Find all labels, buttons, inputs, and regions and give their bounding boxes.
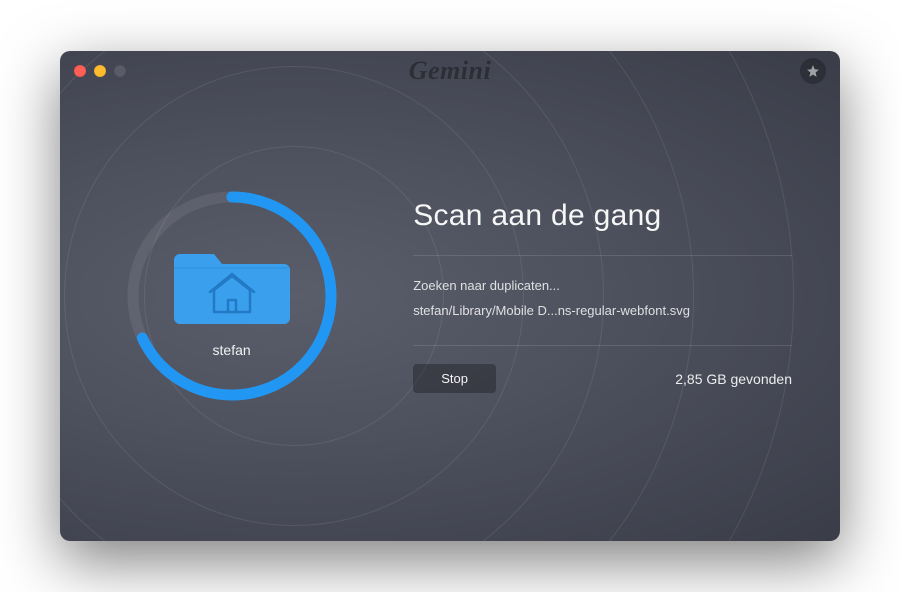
app-window: Gemini [60, 51, 840, 541]
title-bar: Gemini [60, 51, 840, 91]
close-button[interactable] [74, 65, 86, 77]
stop-button[interactable]: Stop [413, 364, 496, 393]
current-path: stefan/Library/Mobile D...ns-regular-web… [413, 299, 792, 324]
traffic-lights [74, 65, 126, 77]
searching-label: Zoeken naar duplicaten... [413, 274, 792, 299]
divider [413, 255, 792, 256]
folder-label: stefan [213, 342, 251, 358]
scan-status-title: Scan aan de gang [413, 199, 792, 233]
found-label: 2,85 GB gevonden [675, 371, 792, 387]
star-icon [806, 64, 820, 78]
home-folder-icon [172, 234, 292, 330]
app-title: Gemini [60, 56, 840, 86]
content-area: stefan Scan aan de gang Zoeken naar dupl… [60, 51, 840, 541]
favorites-button[interactable] [800, 58, 826, 84]
divider [413, 345, 792, 346]
minimize-button[interactable] [94, 65, 106, 77]
scan-visual: stefan [60, 186, 403, 406]
zoom-button[interactable] [114, 65, 126, 77]
status-panel: Scan aan de gang Zoeken naar duplicaten.… [403, 199, 840, 393]
